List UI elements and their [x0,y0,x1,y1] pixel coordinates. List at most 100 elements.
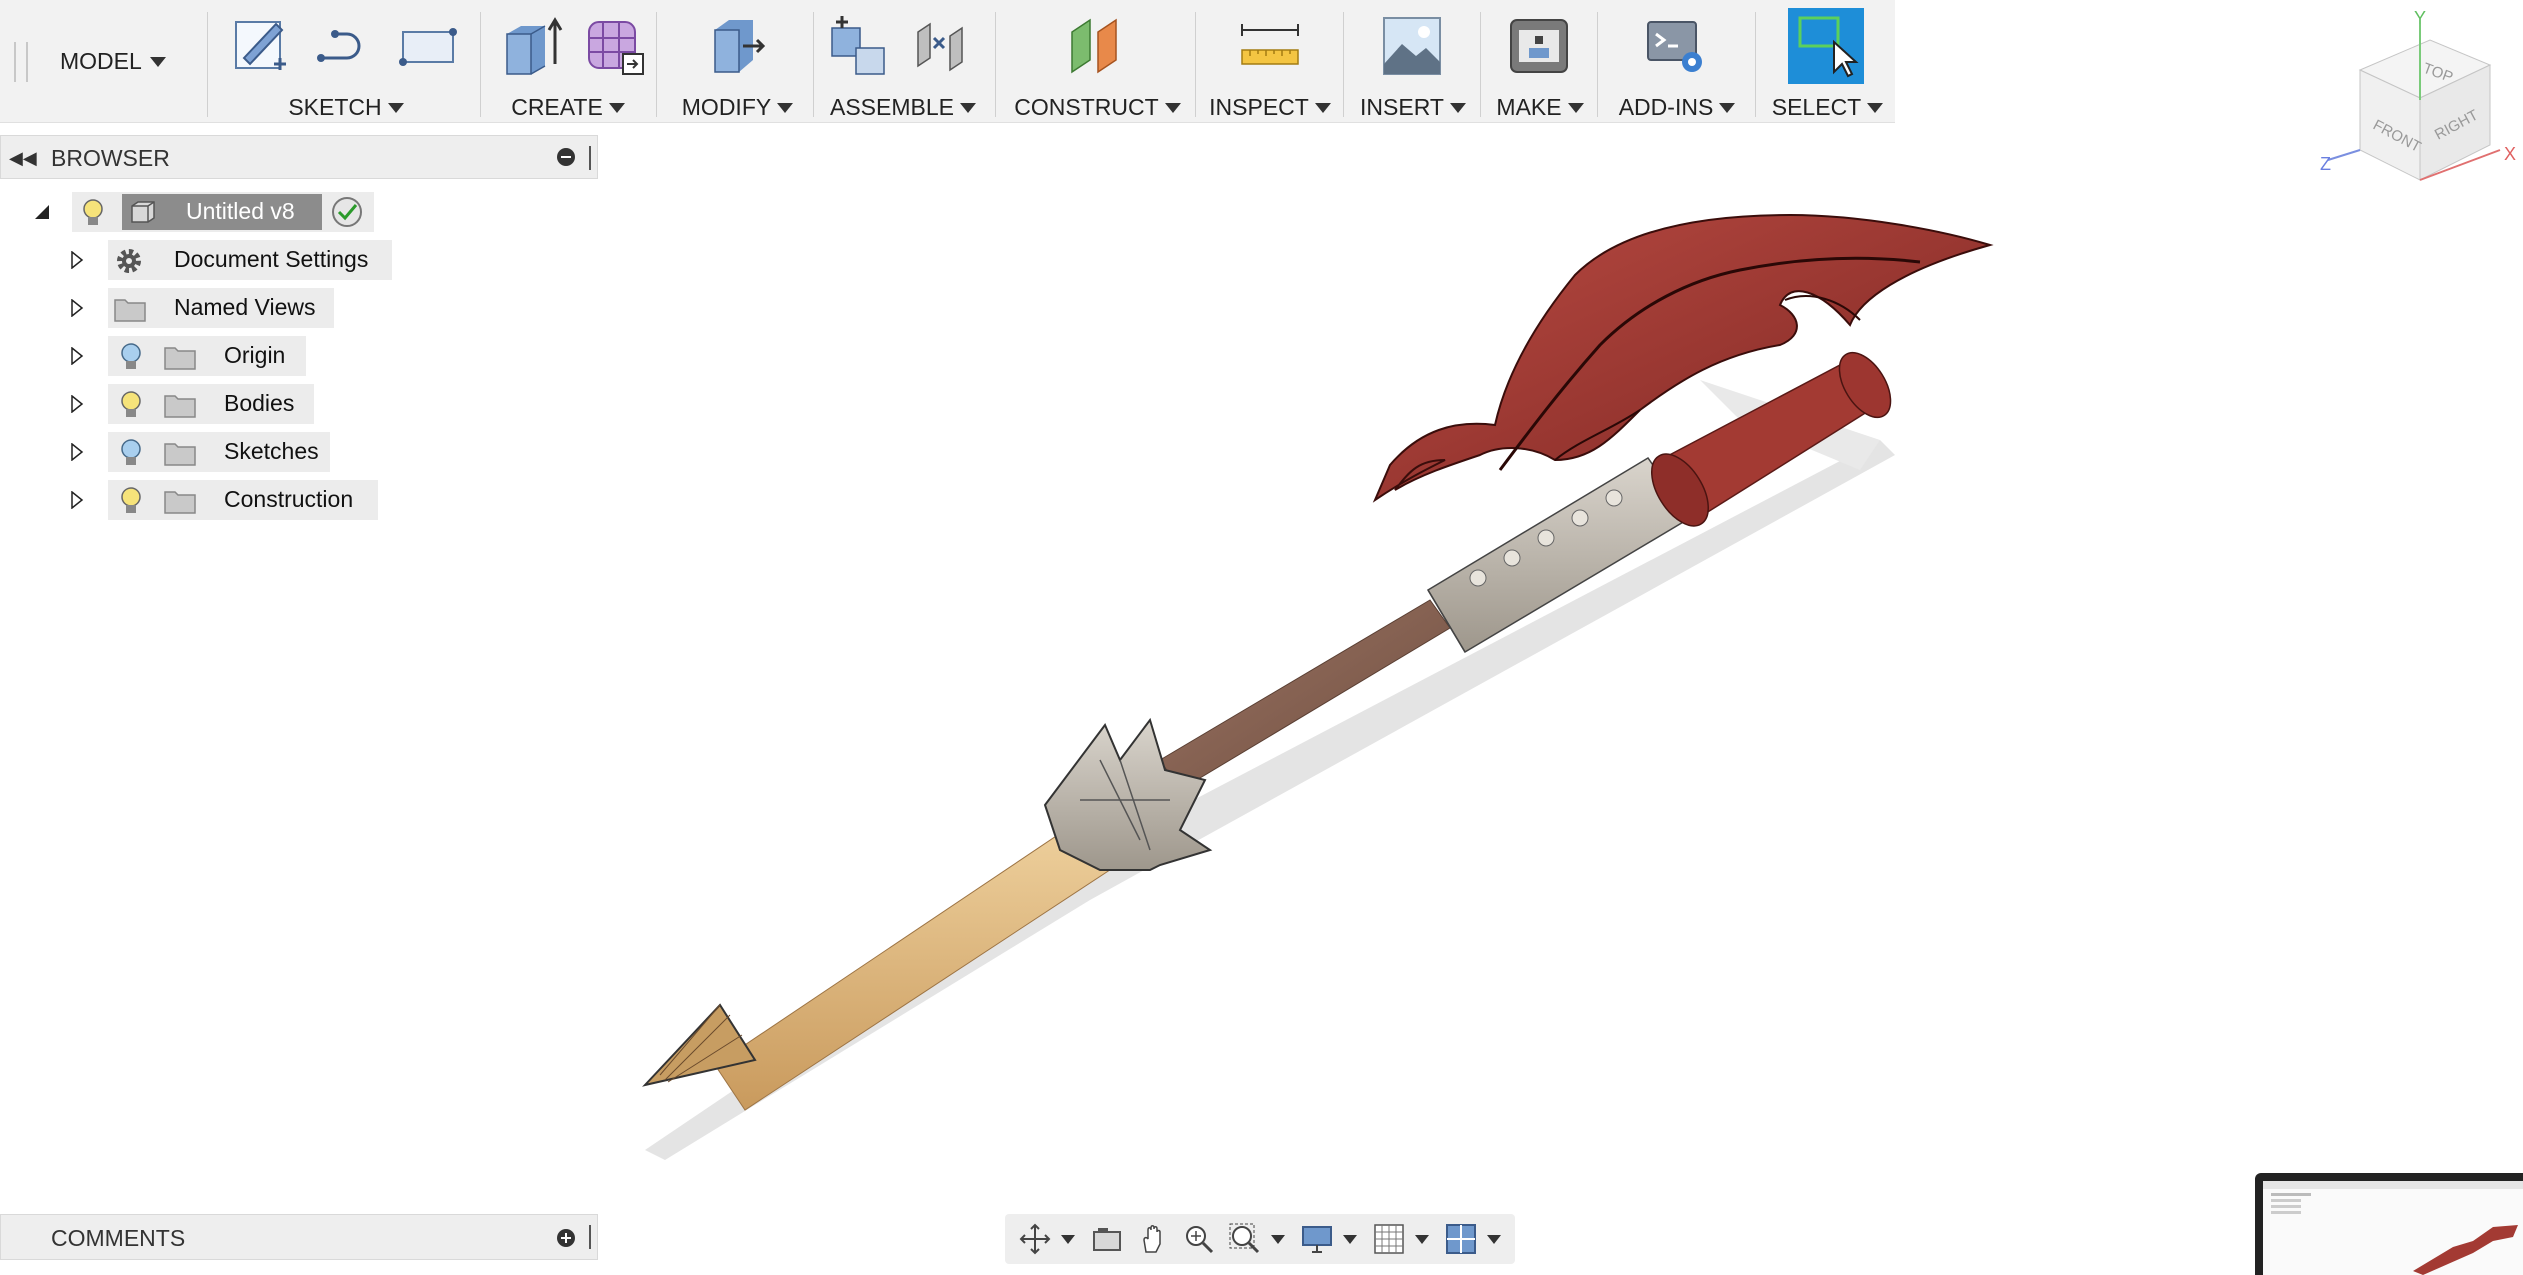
modify-menu[interactable]: MODIFY [660,94,815,121]
root-label: Untitled v8 [186,198,295,224]
view-cube[interactable]: TOP FRONT RIGHT Y X Z [2320,8,2520,200]
new-component-icon[interactable] [828,14,892,78]
create-form-icon[interactable] [583,14,647,78]
zoom-icon[interactable] [1179,1219,1219,1259]
expand-arrow-icon[interactable] [70,299,84,317]
folder-icon [114,299,146,322]
press-pull-icon[interactable] [705,14,769,78]
assemble-menu[interactable]: ASSEMBLE [818,94,988,121]
document-settings-label: Document Settings [174,246,369,272]
select-icon[interactable] [1788,8,1864,84]
construct-menu[interactable]: CONSTRUCT [1000,94,1195,121]
grid-icon[interactable] [1369,1219,1409,1259]
comments-panel: COMMENTS [0,1214,598,1260]
workspace-label: MODEL [60,48,142,74]
select-menu[interactable]: SELECT [1760,94,1895,121]
assemble-label: ASSEMBLE [830,94,954,120]
assemble-group: ASSEMBLE [818,0,988,122]
expand-arrow-icon[interactable] [70,395,84,413]
canvas-viewport[interactable] [600,140,2523,1220]
rectangle-icon[interactable] [397,14,461,78]
measure-icon[interactable] [1238,14,1302,78]
collapse-panel-icon[interactable]: ◀◀ [9,148,37,169]
visibility-bulb-icon[interactable] [82,198,104,228]
scripts-icon[interactable] [1644,14,1708,78]
expand-arrow-icon[interactable] [70,251,84,269]
inspect-menu[interactable]: INSPECT [1200,94,1340,121]
z-axis-label: Z [2320,154,2331,174]
3d-print-icon[interactable] [1507,14,1571,78]
extrude-icon[interactable] [501,14,565,78]
panel-grip[interactable] [589,1225,594,1249]
comments-title: COMMENTS [51,1225,186,1251]
insert-label: INSERT [1360,94,1444,120]
chevron-down-icon [149,56,166,67]
sketch-menu[interactable]: SKETCH [215,94,477,121]
make-menu[interactable]: MAKE [1485,94,1595,121]
tree-item-named-views[interactable]: Named Views [0,288,600,328]
construct-label: CONSTRUCT [1014,94,1159,120]
axe-model[interactable] [600,140,2523,1220]
bodies-label: Bodies [224,390,295,416]
named-views-label: Named Views [174,294,316,320]
expand-arrow-icon[interactable] [70,443,84,461]
visibility-bulb-off-icon[interactable] [120,438,142,468]
chevron-down-icon [960,102,976,113]
chevron-down-icon[interactable] [1487,1234,1501,1244]
navigation-bar [1005,1214,1515,1264]
display-settings-icon[interactable] [1297,1219,1337,1259]
joint-icon[interactable] [910,14,974,78]
chevron-down-icon[interactable] [1415,1234,1429,1244]
viewports-icon[interactable] [1441,1219,1481,1259]
create-menu[interactable]: CREATE [483,94,653,121]
gear-icon [117,249,141,273]
construct-group: CONSTRUCT [1000,0,1195,122]
chevron-down-icon [608,102,625,113]
z-axis-line [2327,149,2361,161]
add-ins-menu[interactable]: ADD-INS [1602,94,1752,121]
create-sketch-icon[interactable] [230,14,294,78]
orbit-icon[interactable] [1015,1219,1055,1259]
main-toolbar: MODEL SKETCH CREATE MODIFY ASSEMBLE CONS… [0,0,1895,123]
toolbar-divider [1343,12,1344,117]
folder-icon [164,443,196,466]
handle-grip [714,809,1126,1111]
add-comment-icon[interactable] [557,1229,575,1247]
chevron-down-icon[interactable] [1061,1234,1075,1244]
chevron-down-icon[interactable] [1343,1234,1357,1244]
select-group: SELECT [1760,0,1895,122]
tree-item-sketches[interactable]: Sketches [0,432,600,472]
sketches-label: Sketches [224,438,319,464]
zoom-window-icon[interactable] [1225,1219,1265,1259]
visibility-bulb-icon[interactable] [120,390,142,420]
toolbar-divider [813,12,814,117]
pan-icon[interactable] [1133,1219,1173,1259]
tree-item-origin[interactable]: Origin [0,336,600,376]
insert-image-icon[interactable] [1380,14,1444,78]
active-component-icon[interactable] [330,196,364,228]
sketch-group: SKETCH [215,0,477,122]
chevron-down-icon[interactable] [1271,1234,1285,1244]
arc-icon[interactable] [313,14,377,78]
tree-item-construction[interactable]: Construction [0,480,600,520]
expand-arrow-icon[interactable] [70,491,84,509]
tree-root[interactable]: Untitled v8 [0,192,600,232]
offset-plane-icon[interactable] [1064,14,1128,78]
expanded-triangle-icon[interactable] [34,204,50,220]
component-icon [131,201,155,223]
toolbar-grip[interactable] [14,42,28,82]
tree-item-document-settings[interactable]: Document Settings [0,240,600,280]
insert-menu[interactable]: INSERT [1348,94,1478,121]
minimize-icon[interactable] [557,148,575,166]
insert-group: INSERT [1348,0,1478,122]
expand-arrow-icon[interactable] [70,347,84,365]
create-label: CREATE [511,94,603,120]
look-at-icon[interactable] [1087,1219,1127,1259]
panel-grip[interactable] [589,146,594,170]
chevron-down-icon [1314,102,1331,113]
tree-item-bodies[interactable]: Bodies [0,384,600,424]
screen-thumbnail[interactable] [2255,1173,2523,1275]
visibility-bulb-off-icon[interactable] [120,342,142,372]
visibility-bulb-icon[interactable] [120,486,142,516]
workspace-selector[interactable]: MODEL [60,48,166,75]
